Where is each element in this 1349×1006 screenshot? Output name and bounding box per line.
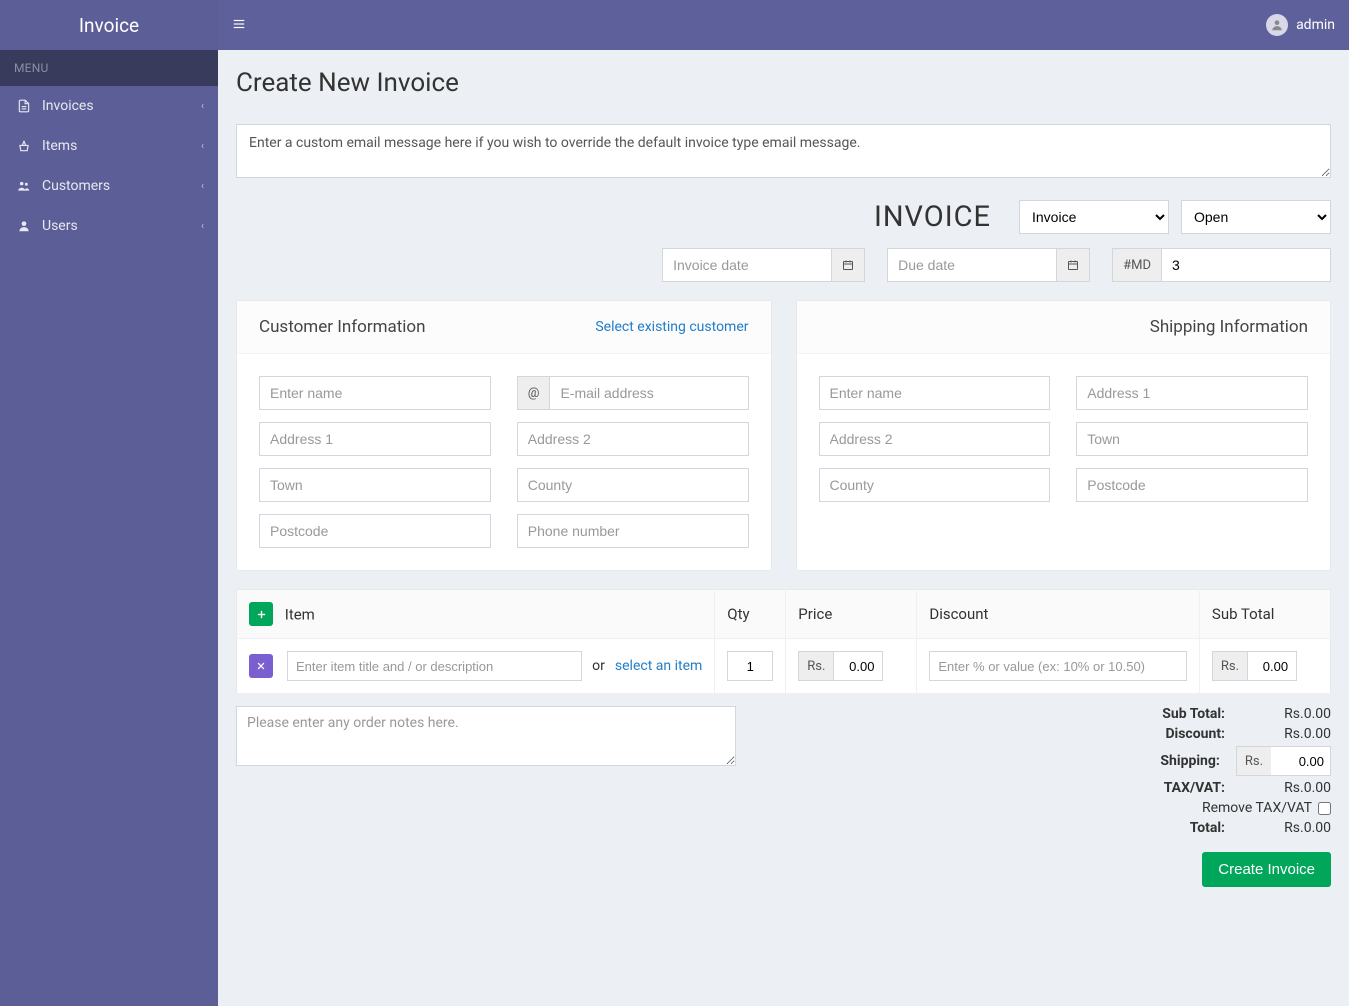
- chevron-left-icon: ‹: [201, 221, 204, 232]
- taxvat-value: Rs.0.00: [1241, 780, 1331, 796]
- brand[interactable]: Invoice: [0, 0, 218, 50]
- sidebar: Invoice MENU Invoices ‹ Items ‹ Customer…: [0, 0, 218, 1006]
- page-title: Create New Invoice: [236, 68, 1331, 98]
- file-text-icon: [14, 99, 34, 113]
- currency-prefix: Rs.: [798, 651, 833, 681]
- invoice-id-group: #MD: [1112, 248, 1331, 282]
- invoice-status-select[interactable]: Open: [1181, 200, 1331, 234]
- avatar-icon: [1266, 14, 1288, 36]
- topbar-username: admin: [1296, 17, 1335, 33]
- customer-panel: Customer Information Select existing cus…: [236, 300, 772, 571]
- sidebar-item-items[interactable]: Items ‹: [0, 126, 218, 166]
- qty-input[interactable]: [727, 651, 773, 681]
- topbar-user[interactable]: admin: [1266, 14, 1335, 36]
- due-date-input[interactable]: [887, 248, 1057, 282]
- select-existing-customer-link[interactable]: Select existing customer: [595, 319, 748, 335]
- items-table: Item Qty Price Discount Sub Total: [236, 589, 1331, 694]
- calendar-icon[interactable]: [832, 248, 865, 282]
- customer-panel-title: Customer Information: [259, 317, 426, 337]
- users-icon: [14, 179, 34, 193]
- col-price-header: Price: [786, 590, 917, 639]
- customer-town-input[interactable]: [259, 468, 491, 502]
- currency-prefix: Rs.: [1212, 651, 1247, 681]
- shipping-panel-title: Shipping Information: [1150, 317, 1308, 337]
- discount-input[interactable]: [929, 651, 1187, 681]
- shipping-town-input[interactable]: [1076, 422, 1308, 456]
- item-title-input[interactable]: [287, 651, 582, 681]
- total-label: Total:: [1190, 820, 1225, 836]
- col-subtotal-header: Sub Total: [1199, 590, 1330, 639]
- invoice-type-select[interactable]: Invoice: [1019, 200, 1169, 234]
- invoice-header-label: INVOICE: [874, 200, 991, 234]
- delete-item-button[interactable]: [249, 654, 273, 678]
- col-qty-header: Qty: [715, 590, 786, 639]
- email-message-textarea[interactable]: [236, 124, 1331, 178]
- discount-value: Rs.0.00: [1241, 726, 1331, 742]
- customer-address1-input[interactable]: [259, 422, 491, 456]
- sidebar-item-label: Invoices: [42, 98, 201, 114]
- col-discount-header: Discount: [917, 590, 1200, 639]
- subtotal-input[interactable]: [1247, 651, 1297, 681]
- total-value: Rs.0.00: [1241, 820, 1331, 836]
- invoice-date-input[interactable]: [662, 248, 832, 282]
- customer-address2-input[interactable]: [517, 422, 749, 456]
- brand-text: Invoice: [79, 14, 139, 37]
- invoice-id-prefix: #MD: [1112, 248, 1161, 282]
- col-item-header: Item: [285, 606, 315, 624]
- sidebar-item-invoices[interactable]: Invoices ‹: [0, 86, 218, 126]
- subtotal-label: Sub Total:: [1162, 706, 1225, 722]
- sidebar-item-label: Customers: [42, 178, 201, 194]
- price-input[interactable]: [833, 651, 883, 681]
- invoice-date-group: [662, 248, 865, 282]
- user-icon: [14, 219, 34, 233]
- remove-taxvat-label: Remove TAX/VAT: [1202, 800, 1312, 816]
- taxvat-label: TAX/VAT:: [1164, 780, 1225, 796]
- subtotal-value: Rs.0.00: [1241, 706, 1331, 722]
- sidebar-item-users[interactable]: Users ‹: [0, 206, 218, 246]
- sidebar-item-label: Users: [42, 218, 201, 234]
- shipping-input[interactable]: [1271, 746, 1331, 776]
- discount-label: Discount:: [1165, 726, 1225, 742]
- calendar-icon[interactable]: [1057, 248, 1090, 282]
- customer-postcode-input[interactable]: [259, 514, 491, 548]
- sidebar-item-customers[interactable]: Customers ‹: [0, 166, 218, 206]
- add-item-button[interactable]: [249, 602, 273, 626]
- shipping-county-input[interactable]: [819, 468, 1051, 502]
- chevron-left-icon: ‹: [201, 181, 204, 192]
- shipping-address1-input[interactable]: [1076, 376, 1308, 410]
- customer-email-input[interactable]: [549, 376, 748, 410]
- currency-prefix: Rs.: [1236, 746, 1271, 776]
- table-row: or select an item Rs.: [237, 639, 1331, 694]
- at-icon: @: [517, 376, 550, 410]
- create-invoice-button[interactable]: Create Invoice: [1202, 852, 1331, 887]
- totals: Sub Total: Rs.0.00 Discount: Rs.0.00 Shi…: [911, 706, 1331, 887]
- shipping-postcode-input[interactable]: [1076, 468, 1308, 502]
- shipping-name-input[interactable]: [819, 376, 1051, 410]
- shipping-label: Shipping:: [1160, 753, 1219, 769]
- chevron-left-icon: ‹: [201, 101, 204, 112]
- shipping-address2-input[interactable]: [819, 422, 1051, 456]
- or-text: or: [592, 658, 605, 674]
- topbar: admin: [218, 0, 1349, 50]
- customer-phone-input[interactable]: [517, 514, 749, 548]
- sidebar-menu-header: MENU: [0, 50, 218, 86]
- invoice-id-input[interactable]: [1161, 248, 1331, 282]
- basket-icon: [14, 139, 34, 153]
- chevron-left-icon: ‹: [201, 141, 204, 152]
- sidebar-item-label: Items: [42, 138, 201, 154]
- order-notes-textarea[interactable]: [236, 706, 736, 766]
- due-date-group: [887, 248, 1090, 282]
- menu-toggle-icon[interactable]: [232, 16, 246, 35]
- customer-name-input[interactable]: [259, 376, 491, 410]
- select-item-link[interactable]: select an item: [615, 658, 702, 674]
- shipping-panel: Shipping Information: [796, 300, 1332, 571]
- remove-taxvat-checkbox[interactable]: [1318, 802, 1331, 815]
- customer-county-input[interactable]: [517, 468, 749, 502]
